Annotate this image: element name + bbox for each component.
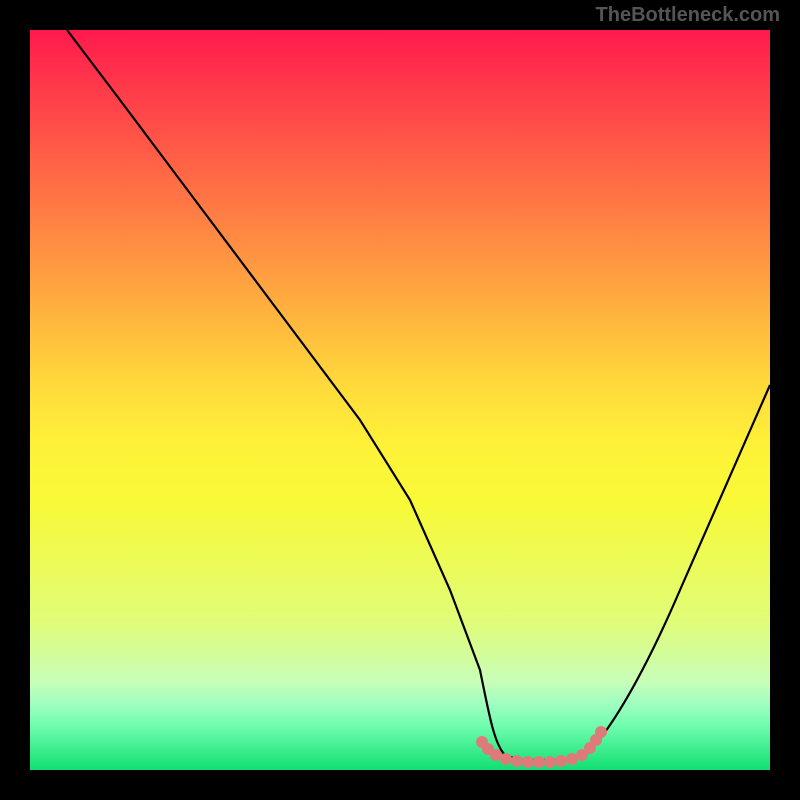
bottleneck-curve bbox=[30, 30, 770, 770]
watermark-text: TheBottleneck.com bbox=[596, 4, 780, 27]
chart-plot-area bbox=[30, 30, 770, 770]
curve-path bbox=[67, 30, 770, 760]
optimal-zone-markers bbox=[476, 726, 607, 768]
